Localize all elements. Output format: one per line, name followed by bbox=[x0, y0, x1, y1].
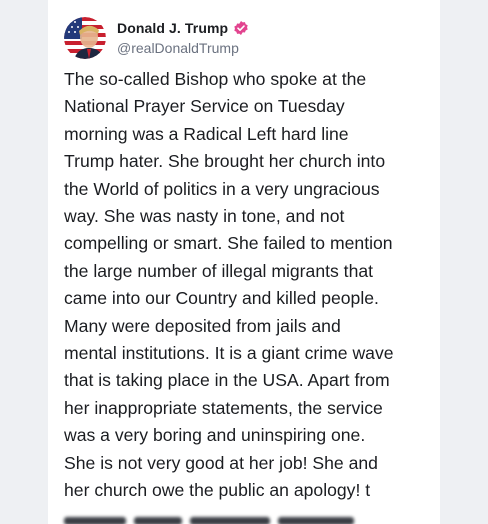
verified-badge-icon bbox=[233, 20, 249, 36]
author-name-row: Donald J. Trump bbox=[117, 20, 249, 36]
post-meta-blurred bbox=[64, 514, 364, 524]
post-header: Donald J. Trump @realDonaldTrump bbox=[64, 14, 249, 62]
avatar[interactable] bbox=[64, 17, 106, 59]
author-names: Donald J. Trump @realDonaldTrump bbox=[117, 20, 249, 56]
blurred-meta-placeholder bbox=[64, 517, 354, 524]
author-display-name[interactable]: Donald J. Trump bbox=[117, 20, 228, 36]
author-handle[interactable]: @realDonaldTrump bbox=[117, 40, 249, 56]
post-text: The so-called Bishop who spoke at the Na… bbox=[64, 69, 394, 501]
post-card: Donald J. Trump @realDonaldTrump The so-… bbox=[48, 0, 440, 524]
avatar-flag-image bbox=[64, 17, 106, 59]
